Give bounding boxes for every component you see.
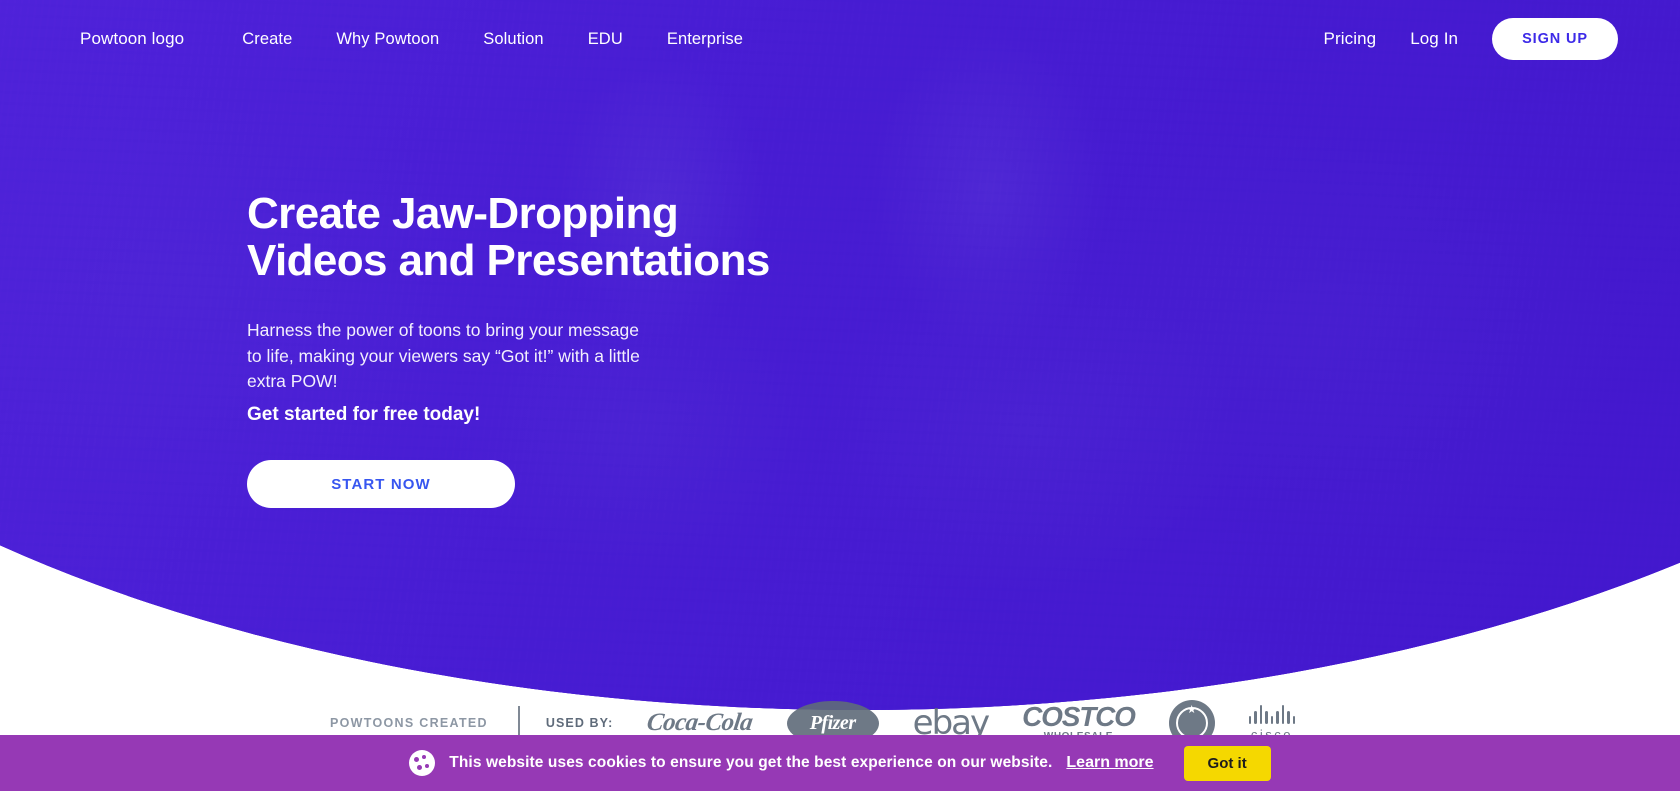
hero-content: Create Jaw-Dropping Videos and Presentat… <box>247 189 867 509</box>
used-by-label: USED BY: <box>545 716 614 730</box>
stat-label: POWTOONS CREATED <box>330 716 488 731</box>
nav-item-login[interactable]: Log In <box>1410 29 1458 49</box>
cookie-message: This website uses cookies to ensure you … <box>449 754 1053 771</box>
cookie-accept-button[interactable]: Got it <box>1183 745 1271 781</box>
page-title: Create Jaw-Dropping Videos and Presentat… <box>247 189 770 286</box>
cisco-bars-icon <box>1248 704 1296 724</box>
nav-item-edu[interactable]: EDU <box>588 30 623 49</box>
page-root: Powtoon logo Create Why Powtoon Solution… <box>0 0 1680 791</box>
coca-cola-logo-text: Coca-Cola <box>645 709 755 736</box>
top-navigation: Powtoon logo Create Why Powtoon Solution… <box>0 0 1680 78</box>
powtoon-logo[interactable]: Powtoon logo <box>80 29 184 49</box>
nav-item-why-powtoon[interactable]: Why Powtoon <box>336 30 439 49</box>
nav-item-create[interactable]: Create <box>242 30 292 49</box>
start-now-button[interactable]: START NOW <box>247 460 515 509</box>
cookie-consent-banner: This website uses cookies to ensure you … <box>0 735 1680 791</box>
nav-item-solution[interactable]: Solution <box>483 30 543 49</box>
signup-button[interactable]: SIGN UP <box>1492 18 1618 60</box>
nav-links: Create Why Powtoon Solution EDU Enterpri… <box>242 30 743 49</box>
cookie-learn-more-link[interactable]: Learn more <box>1066 754 1153 772</box>
hero-subcopy: Harness the power of toons to bring your… <box>247 320 640 392</box>
nav-right-group: Pricing Log In SIGN UP <box>1324 18 1618 60</box>
nav-item-pricing[interactable]: Pricing <box>1324 29 1377 49</box>
coca-cola-logo: Coca-Cola <box>645 709 755 737</box>
cookie-icon <box>409 750 436 776</box>
nav-item-enterprise[interactable]: Enterprise <box>667 30 743 49</box>
hero-subcopy-emphasis: Get started for free today! <box>247 403 481 425</box>
powtoons-created-stat: POWTOONS CREATED <box>330 714 488 732</box>
nav-left-group: Powtoon logo Create Why Powtoon Solution… <box>80 29 743 49</box>
costco-logo-text: COSTCO <box>1022 700 1136 732</box>
